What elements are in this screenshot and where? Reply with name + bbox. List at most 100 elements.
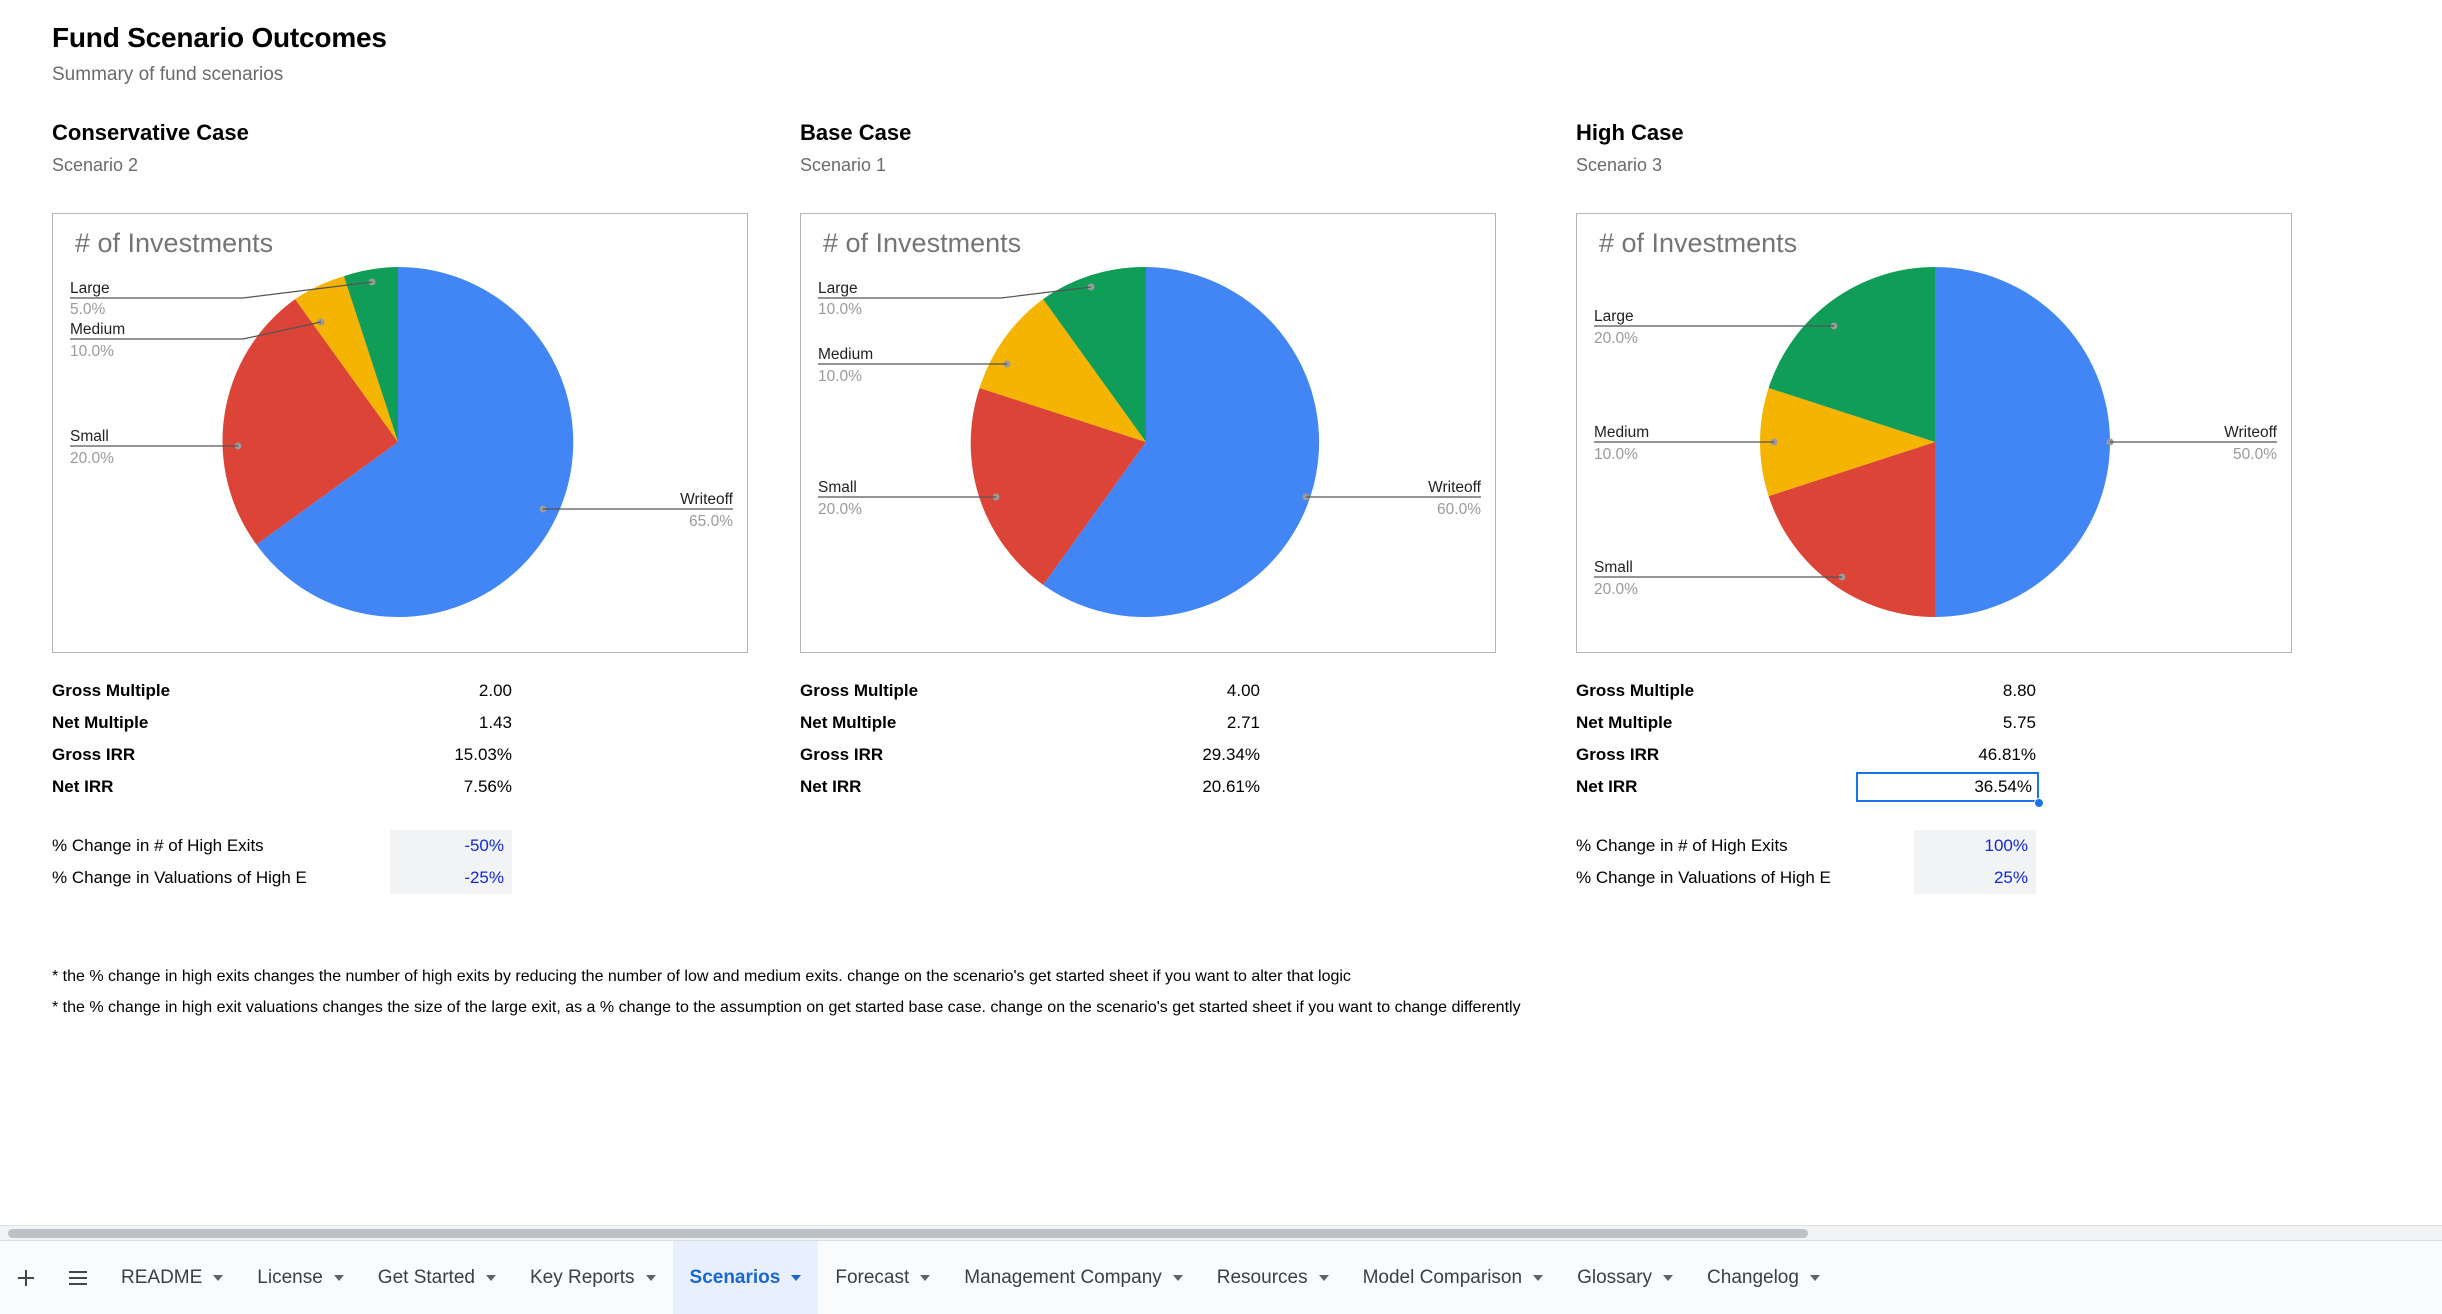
metric-label: Net IRR <box>1576 777 1638 796</box>
metric-row[interactable]: Gross IRR 46.81% <box>1576 739 2036 771</box>
sheet-tab-changelog[interactable]: Changelog <box>1690 1241 1837 1314</box>
pie-label-writeoff-name: Writeoff <box>2224 424 2278 441</box>
pie-label-large-name: Large <box>818 280 858 297</box>
sheet-tab-scenarios[interactable]: Scenarios <box>672 1241 819 1314</box>
sheet-tab-label: Management Company <box>964 1266 1162 1288</box>
assumption-row[interactable]: % Change in # of High Exits -50% <box>52 830 512 862</box>
chevron-down-icon[interactable] <box>1663 1274 1674 1281</box>
sheet-tab-model-comparison[interactable]: Model Comparison <box>1346 1241 1560 1314</box>
metric-row[interactable]: Gross Multiple 8.80 <box>1576 675 2036 707</box>
metric-value: 1.43 <box>478 713 512 732</box>
sheet-tab-label: Model Comparison <box>1362 1266 1523 1288</box>
assumption-value[interactable]: -50% <box>390 830 512 862</box>
case-subtitle: Scenario 1 <box>800 155 887 175</box>
add-sheet-icon[interactable] <box>0 1241 52 1314</box>
pie-label-large-name: Large <box>70 280 110 297</box>
case-subtitle: Scenario 3 <box>1576 155 1663 175</box>
assumption-row[interactable]: % Change in Valuations of High E 25% <box>1576 862 2036 894</box>
metric-value: 2.71 <box>1226 713 1260 732</box>
pie-label-writeoff-pct: 60.0% <box>1437 501 1481 518</box>
pie-chart-card-high[interactable]: # of Investments Large 20.0% Medium 10.0… <box>1576 213 2292 653</box>
chevron-down-icon[interactable] <box>1533 1274 1544 1281</box>
pie-label-small-pct: 20.0% <box>1594 581 1638 598</box>
metric-label: Net IRR <box>52 777 114 796</box>
chevron-down-icon[interactable] <box>1172 1274 1183 1281</box>
pie-label-small-pct: 20.0% <box>818 501 862 518</box>
sheet-tab-glossary[interactable]: Glossary <box>1560 1241 1690 1314</box>
metric-row[interactable]: Gross Multiple 2.00 <box>52 675 512 707</box>
sheet-tab-readme[interactable]: README <box>104 1241 240 1314</box>
chevron-down-icon[interactable] <box>1809 1274 1820 1281</box>
metric-value: 46.81% <box>1978 745 2036 764</box>
sheet-tab-label: License <box>257 1266 323 1288</box>
metric-value: 5.75 <box>2002 713 2036 732</box>
metric-row[interactable]: Gross IRR 15.03% <box>52 739 512 771</box>
metric-row[interactable]: Net Multiple 5.75 <box>1576 707 2036 739</box>
metric-label: Gross Multiple <box>52 681 171 700</box>
all-sheets-menu-icon[interactable] <box>52 1241 104 1314</box>
assumptions-table-high: % Change in # of High Exits 100% % Chang… <box>1576 830 2036 894</box>
pie-label-writeoff-name: Writeoff <box>1428 479 1482 496</box>
horizontal-scrollbar-thumb[interactable] <box>8 1229 1808 1238</box>
sheet-tab-key-reports[interactable]: Key Reports <box>513 1241 673 1314</box>
chevron-down-icon[interactable] <box>333 1274 344 1281</box>
assumption-row[interactable]: % Change in Valuations of High E -25% <box>52 862 512 894</box>
metric-value: 7.56% <box>463 777 512 796</box>
pie-label-small-name: Small <box>70 428 109 445</box>
assumption-label: % Change in # of High Exits <box>52 836 264 855</box>
pie-chart-card-conservative[interactable]: # of Investments Large 5.0% Medium 10.0%… <box>52 213 748 653</box>
chevron-down-icon[interactable] <box>485 1274 496 1281</box>
assumption-value[interactable]: -25% <box>390 862 512 894</box>
spreadsheet-canvas: Fund Scenario Outcomes Summary of fund s… <box>0 0 2442 1240</box>
metric-row[interactable]: Gross IRR 29.34% <box>800 739 1260 771</box>
sheet-tab-license[interactable]: License <box>240 1241 361 1314</box>
pie-label-writeoff-pct: 65.0% <box>689 513 733 530</box>
sheet-tab-label: Get Started <box>377 1266 475 1288</box>
chevron-down-icon[interactable] <box>213 1274 224 1281</box>
metric-label: Net Multiple <box>1576 713 1673 732</box>
selected-cell-fill-handle[interactable] <box>2034 798 2044 808</box>
metric-label: Gross Multiple <box>1576 681 1695 700</box>
metric-row[interactable]: Net IRR 7.56% <box>52 771 512 803</box>
assumption-label: % Change in # of High Exits <box>1576 836 1788 855</box>
pie-label-writeoff-name: Writeoff <box>680 491 734 508</box>
footnote-high-exit-valuations: * the % change in high exit valuations c… <box>52 999 1521 1016</box>
pie-label-small-pct: 20.0% <box>70 450 114 467</box>
chevron-down-icon[interactable] <box>645 1274 656 1281</box>
metric-value: 8.80 <box>2002 681 2036 700</box>
sheet-tab-get-started[interactable]: Get Started <box>361 1241 513 1314</box>
sheet-tab-resources[interactable]: Resources <box>1200 1241 1346 1314</box>
assumption-value[interactable]: 25% <box>1914 862 2036 894</box>
case-title: Conservative Case <box>52 120 249 145</box>
pie-chart-card-base[interactable]: # of Investments Large 10.0% Medium 10.0… <box>800 213 1496 653</box>
page-subtitle: Summary of fund scenarios <box>52 64 284 85</box>
metric-row[interactable]: Net Multiple 2.71 <box>800 707 1260 739</box>
sheet-tab-label: Scenarios <box>689 1266 781 1288</box>
metric-label: Net IRR <box>800 777 862 796</box>
metric-row[interactable]: Gross Multiple 4.00 <box>800 675 1260 707</box>
sheet-tab-management-company[interactable]: Management Company <box>947 1241 1200 1314</box>
pie-label-writeoff-pct: 50.0% <box>2233 446 2277 463</box>
sheet-tab-forecast[interactable]: Forecast <box>818 1241 947 1314</box>
pie-label-medium-pct: 10.0% <box>70 343 114 360</box>
pie-chart-high: Large 20.0% Medium 10.0% Small 20.0% Wri… <box>1594 267 2278 617</box>
assumption-value[interactable]: 100% <box>1914 830 2036 862</box>
metric-value: 15.03% <box>454 745 512 764</box>
horizontal-scrollbar-track[interactable] <box>0 1225 2442 1240</box>
pie-label-medium-pct: 10.0% <box>1594 446 1638 463</box>
chevron-down-icon[interactable] <box>791 1274 802 1281</box>
chevron-down-icon[interactable] <box>920 1274 931 1281</box>
assumption-label: % Change in Valuations of High E <box>52 868 307 887</box>
metric-row[interactable]: Net Multiple 1.43 <box>52 707 512 739</box>
pie-label-medium-name: Medium <box>70 321 125 338</box>
pie-chart-base: Large 10.0% Medium 10.0% Small 20.0% Wri… <box>818 266 1482 617</box>
sheet-tab-label: Glossary <box>1577 1266 1653 1288</box>
metric-row-selected[interactable]: Net IRR 36.54% <box>1576 771 2044 808</box>
metric-row[interactable]: Net IRR 20.61% <box>800 771 1260 803</box>
pie-label-medium-pct: 10.0% <box>818 368 862 385</box>
assumption-row[interactable]: % Change in # of High Exits 100% <box>1576 830 2036 862</box>
metrics-table-high: Gross Multiple 8.80 Net Multiple 5.75 Gr… <box>1576 675 2044 808</box>
chevron-down-icon[interactable] <box>1318 1274 1329 1281</box>
case-title: Base Case <box>800 120 912 145</box>
pie-chart-conservative: Large 5.0% Medium 10.0% Small 20.0% Writ… <box>70 266 734 617</box>
